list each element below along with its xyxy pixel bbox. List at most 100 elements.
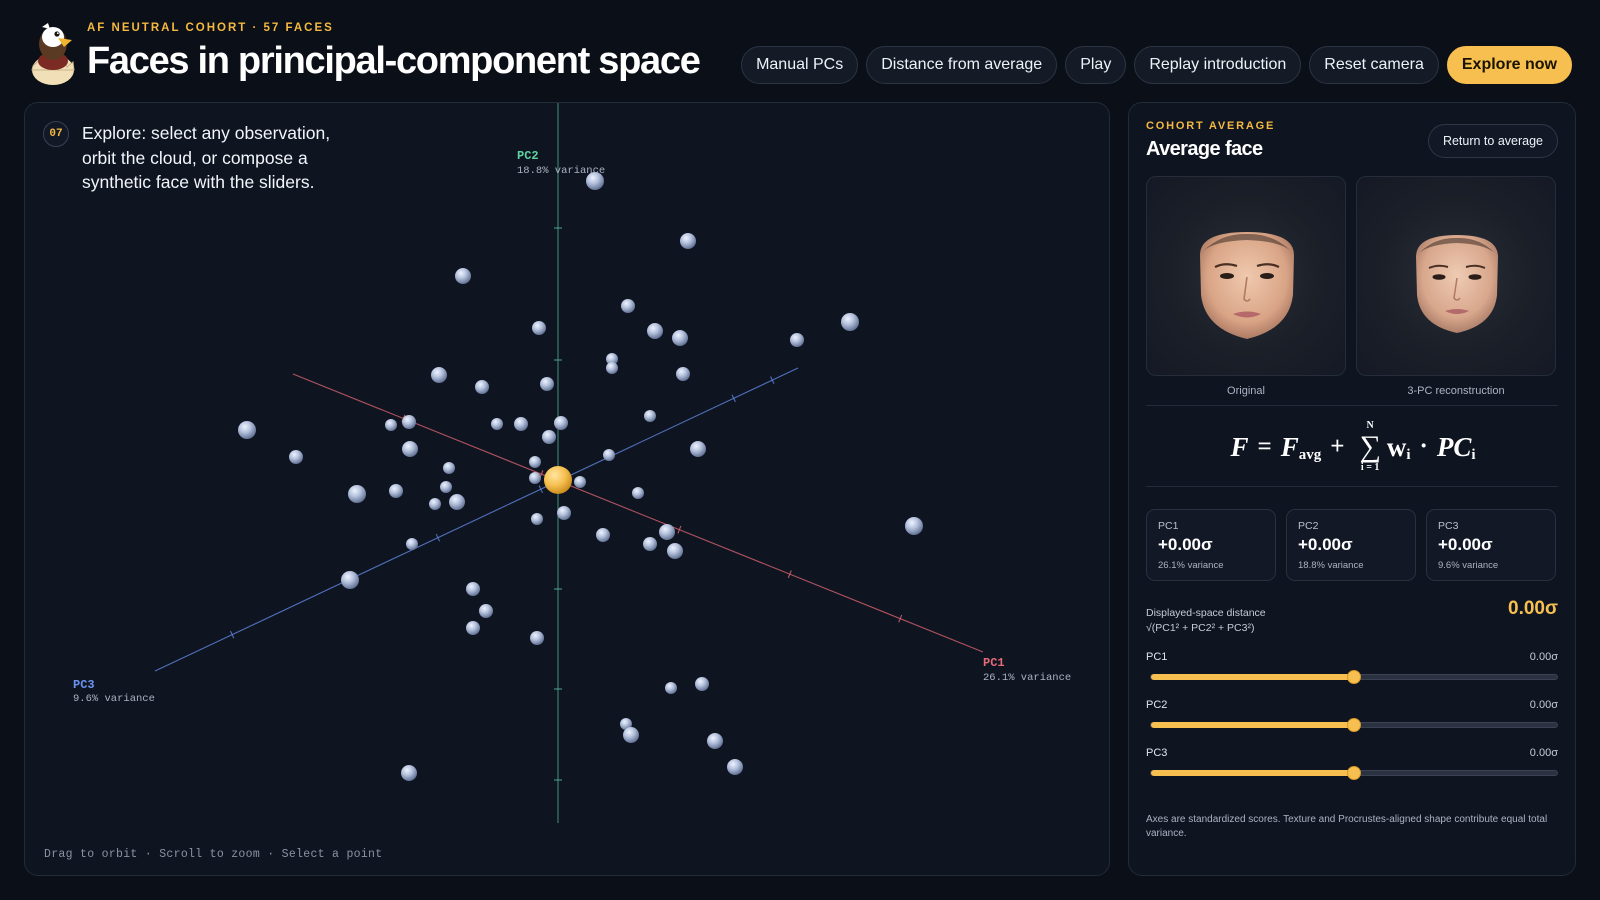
manual-pcs-button[interactable]: Manual PCs [741,46,859,84]
observation-point[interactable] [542,430,556,444]
observation-point[interactable] [659,524,675,540]
pc2-slider-thumb[interactable] [1347,718,1361,732]
pc-scene-panel[interactable]: 07 Explore: select any observation, orbi… [24,102,1110,876]
observation-point[interactable] [727,759,743,775]
observation-point[interactable] [479,604,493,618]
distance-from-average-button[interactable]: Distance from average [866,46,1058,84]
observation-point[interactable] [676,367,690,381]
observation-point[interactable] [905,517,923,535]
pc3-slider-fill [1151,770,1354,776]
observation-point[interactable] [647,323,663,339]
observation-point[interactable] [680,233,696,249]
observation-point[interactable] [443,462,455,474]
observation-point[interactable] [603,449,615,461]
observation-points[interactable] [238,172,923,781]
pc2-axis-variance: 18.8% variance [517,165,606,177]
pc1-card-value: +0.00σ [1158,535,1213,554]
reset-camera-button[interactable]: Reset camera [1309,46,1439,84]
observation-point[interactable] [532,321,546,335]
page-title: Faces in principal-component space [87,40,701,82]
observation-point[interactable] [574,476,586,488]
explore-now-button[interactable]: Explore now [1446,46,1572,84]
pc-3d-scatter-canvas[interactable] [25,103,1110,876]
observation-point[interactable] [514,417,528,431]
pc2-card-variance: 18.8% variance [1298,560,1364,571]
observation-point[interactable] [621,299,635,313]
observation-point[interactable] [557,506,571,520]
axis-ticks [229,227,903,781]
observation-point[interactable] [707,733,723,749]
observation-point[interactable] [529,456,541,468]
observation-point[interactable] [841,313,859,331]
observation-point[interactable] [665,682,677,694]
observation-point[interactable] [289,450,303,464]
reconstructed-face-image [1356,176,1556,376]
pc2-card-value: +0.00σ [1298,535,1353,554]
distance-label: Displayed-space distance √(PC1² + PC2² +… [1146,606,1266,636]
play-button[interactable]: Play [1065,46,1127,84]
observation-point[interactable] [643,537,657,551]
reconstruction-formula: F = Favg + N ∑ i = 1 wi · PC i [1129,407,1577,487]
cohort-eyebrow: AF NEUTRAL COHORT · 57 FACES [87,22,334,34]
replay-introduction-button[interactable]: Replay introduction [1134,46,1302,84]
formula-lhs: F [1230,431,1249,462]
observation-point[interactable] [401,765,417,781]
observation-point[interactable] [341,571,359,589]
observation-point[interactable] [402,415,416,429]
observation-point[interactable] [530,631,544,645]
observation-point[interactable] [531,513,543,525]
observation-point[interactable] [402,441,418,457]
average-face-point[interactable] [544,466,572,494]
observation-point[interactable] [449,494,465,510]
pc3-slider-thumb[interactable] [1347,766,1361,780]
observation-point[interactable] [406,538,418,550]
face-original-illustration [1200,232,1294,339]
pc1-slider-thumb[interactable] [1347,670,1361,684]
pc3-score-card: PC3 +0.00σ 9.6% variance [1426,509,1556,581]
observation-point[interactable] [606,362,618,374]
pc1-slider-fill [1151,674,1354,680]
observation-point[interactable] [475,380,489,394]
observation-point[interactable] [348,485,366,503]
observation-point[interactable] [644,410,656,422]
pc2-slider-label: PC2 [1146,699,1168,711]
observation-point[interactable] [540,377,554,391]
pc1-card-variance: 26.1% variance [1158,560,1224,571]
formula-equals: = [1257,433,1272,460]
pc2-slider-value: 0.00σ [1529,699,1558,711]
observation-point[interactable] [623,727,639,743]
panel-eyebrow: COHORT AVERAGE [1146,120,1276,132]
observation-point[interactable] [440,481,452,493]
observation-point[interactable] [529,472,541,484]
pc3-slider[interactable] [1150,766,1558,780]
observation-point[interactable] [389,484,403,498]
observation-point[interactable] [554,416,568,430]
pc2-slider-fill [1151,722,1354,728]
observation-point[interactable] [431,367,447,383]
panel-title: Average face [1146,138,1263,160]
observation-point[interactable] [455,268,471,284]
observation-point[interactable] [466,582,480,596]
divider [1146,486,1558,487]
pc3-slider-row: PC3 0.00σ [1146,747,1558,787]
formula-weight-sub: i [1406,446,1411,463]
observation-point[interactable] [429,498,441,510]
observation-point[interactable] [672,330,688,346]
observation-point[interactable] [385,419,397,431]
return-to-average-button[interactable]: Return to average [1427,124,1558,158]
pc2-slider[interactable] [1150,718,1558,732]
pc1-slider[interactable] [1150,670,1558,684]
pc3-axis-label: PC3 [73,678,95,692]
observation-point[interactable] [632,487,644,499]
observation-point[interactable] [690,441,706,457]
formula-weight: w [1386,431,1407,462]
observation-point[interactable] [596,528,610,542]
pc1-slider-value: 0.00σ [1529,651,1558,663]
observation-point[interactable] [238,421,256,439]
observation-point[interactable] [695,677,709,691]
reconstruction-face-caption: 3-PC reconstruction [1407,385,1505,397]
observation-point[interactable] [491,418,503,430]
observation-point[interactable] [667,543,683,559]
observation-point[interactable] [790,333,804,347]
observation-point[interactable] [466,621,480,635]
